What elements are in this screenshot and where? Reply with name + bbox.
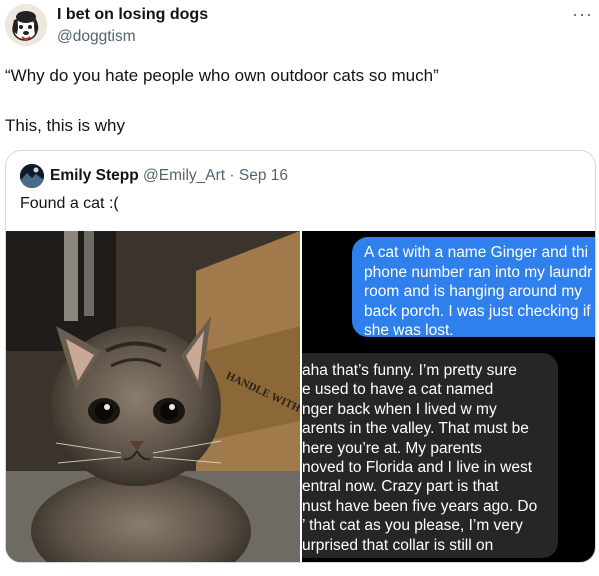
quoted-tweet[interactable]: Emily Stepp @Emily_Art · Sep 16 Found a … (5, 150, 596, 563)
message-line: noved to Florida and I live in west (302, 459, 533, 477)
quoted-author-name[interactable]: Emily Stepp (50, 167, 139, 184)
message-line: urprised that collar is still on (302, 536, 494, 554)
tweet-text-line: This, this is why (5, 116, 125, 135)
message-line: entral now. Crazy part is that (302, 478, 499, 496)
tabby-cat-image: HANDLE WITH CARE (6, 231, 300, 562)
dog-cartoon-icon (5, 4, 47, 46)
author-name[interactable]: I bet on losing dogs (57, 6, 208, 24)
chat-screenshot[interactable]: A cat with a name Ginger and thi phone n… (302, 231, 595, 562)
message-line: nger back when I lived w my (302, 400, 497, 418)
message-line: here you’re at. My parents (302, 439, 483, 457)
message-line: aha that’s funny. I’m pretty sure (302, 362, 517, 379)
quoted-author-handle[interactable]: @Emily_Art (143, 167, 225, 184)
message-line: phone number ran into my laundr (364, 263, 593, 281)
incoming-message-bubble: aha that’s funny. I’m pretty sure e used… (302, 353, 558, 558)
quoted-date[interactable]: Sep 16 (239, 167, 288, 184)
quoted-author-avatar[interactable] (20, 164, 44, 188)
message-line: arents in the valley. That must be (302, 420, 529, 438)
cat-photo[interactable]: HANDLE WITH CARE (6, 231, 300, 562)
tweet-text-line: “Why do you hate people who own outdoor … (5, 66, 439, 85)
meta-separator: · (229, 167, 235, 184)
outgoing-message-bubble: A cat with a name Ginger and thi phone n… (352, 237, 595, 339)
message-line: ’ that cat as you please, I’m very (302, 517, 523, 535)
message-line: room and is hanging around my (364, 283, 582, 300)
more-horizontal-icon[interactable]: ··· (572, 4, 593, 25)
author-avatar[interactable] (5, 4, 47, 46)
message-line: e used to have a cat named (302, 381, 494, 399)
quoted-text: Found a cat :( (20, 195, 119, 212)
avatar-image-icon (20, 164, 44, 188)
message-line: A cat with a name Ginger and thi (364, 244, 589, 261)
message-line: nust have been five years ago. Do (302, 497, 538, 515)
author-handle[interactable]: @doggtism (57, 28, 136, 46)
message-line: back porch. I was just checking if (364, 302, 591, 320)
quoted-meta: Emily Stepp @Emily_Art · Sep 16 (50, 167, 288, 185)
message-line: she was lost. (364, 322, 454, 339)
